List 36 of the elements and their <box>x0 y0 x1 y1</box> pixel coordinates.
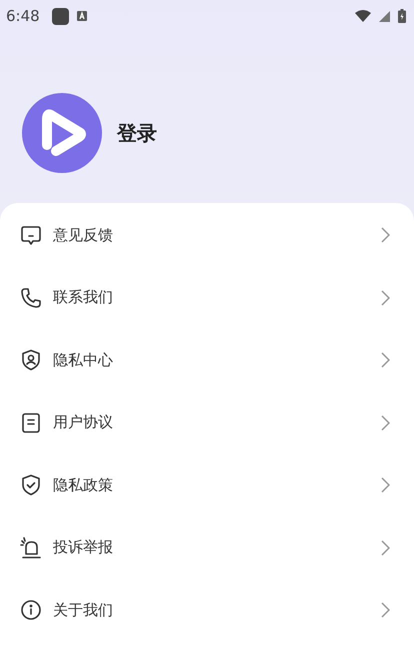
chevron-right-icon <box>381 414 390 431</box>
menu-label: 隐私中心 <box>53 350 114 370</box>
notification-icon <box>76 11 87 21</box>
chevron-right-icon <box>381 477 390 494</box>
menu-label: 关于我们 <box>53 600 114 620</box>
menu-item[interactable]: 隐私中心 <box>0 329 414 392</box>
chat-bubble-icon <box>20 224 42 246</box>
menu-item[interactable]: 意见反馈 <box>0 204 414 266</box>
menu-label: 用户协议 <box>53 413 114 432</box>
menu-item[interactable]: 投诉举报 <box>0 516 414 579</box>
phone-icon <box>20 286 42 309</box>
menu-label: 联系我们 <box>53 288 114 308</box>
alarm-light-icon <box>20 536 42 559</box>
chevron-right-icon <box>381 227 390 244</box>
menu-item[interactable]: 隐私政策 <box>0 454 414 516</box>
signal-icon <box>379 10 390 22</box>
menu-item[interactable]: 用户协议 <box>0 392 414 454</box>
status-time: 6:48 <box>6 7 40 25</box>
menu-label: 投诉举报 <box>53 538 114 558</box>
menu-label: 隐私政策 <box>53 476 114 495</box>
document-icon <box>20 412 42 434</box>
login-link[interactable]: 登录 <box>117 120 157 146</box>
info-icon <box>20 599 42 622</box>
chevron-right-icon <box>381 602 390 618</box>
wifi-icon <box>355 10 371 22</box>
app-notification-icon <box>52 8 69 24</box>
menu-item[interactable]: 联系我们 <box>0 266 414 329</box>
battery-icon <box>398 9 406 23</box>
shield-check-icon <box>20 474 42 496</box>
menu-item[interactable]: 关于我们 <box>0 579 414 642</box>
logo-icon[interactable] <box>22 93 102 173</box>
menu-label: 意见反馈 <box>53 226 114 245</box>
shield-person-icon <box>20 349 42 372</box>
chevron-right-icon <box>381 290 390 306</box>
chevron-right-icon <box>381 352 390 368</box>
chevron-right-icon <box>381 540 390 556</box>
